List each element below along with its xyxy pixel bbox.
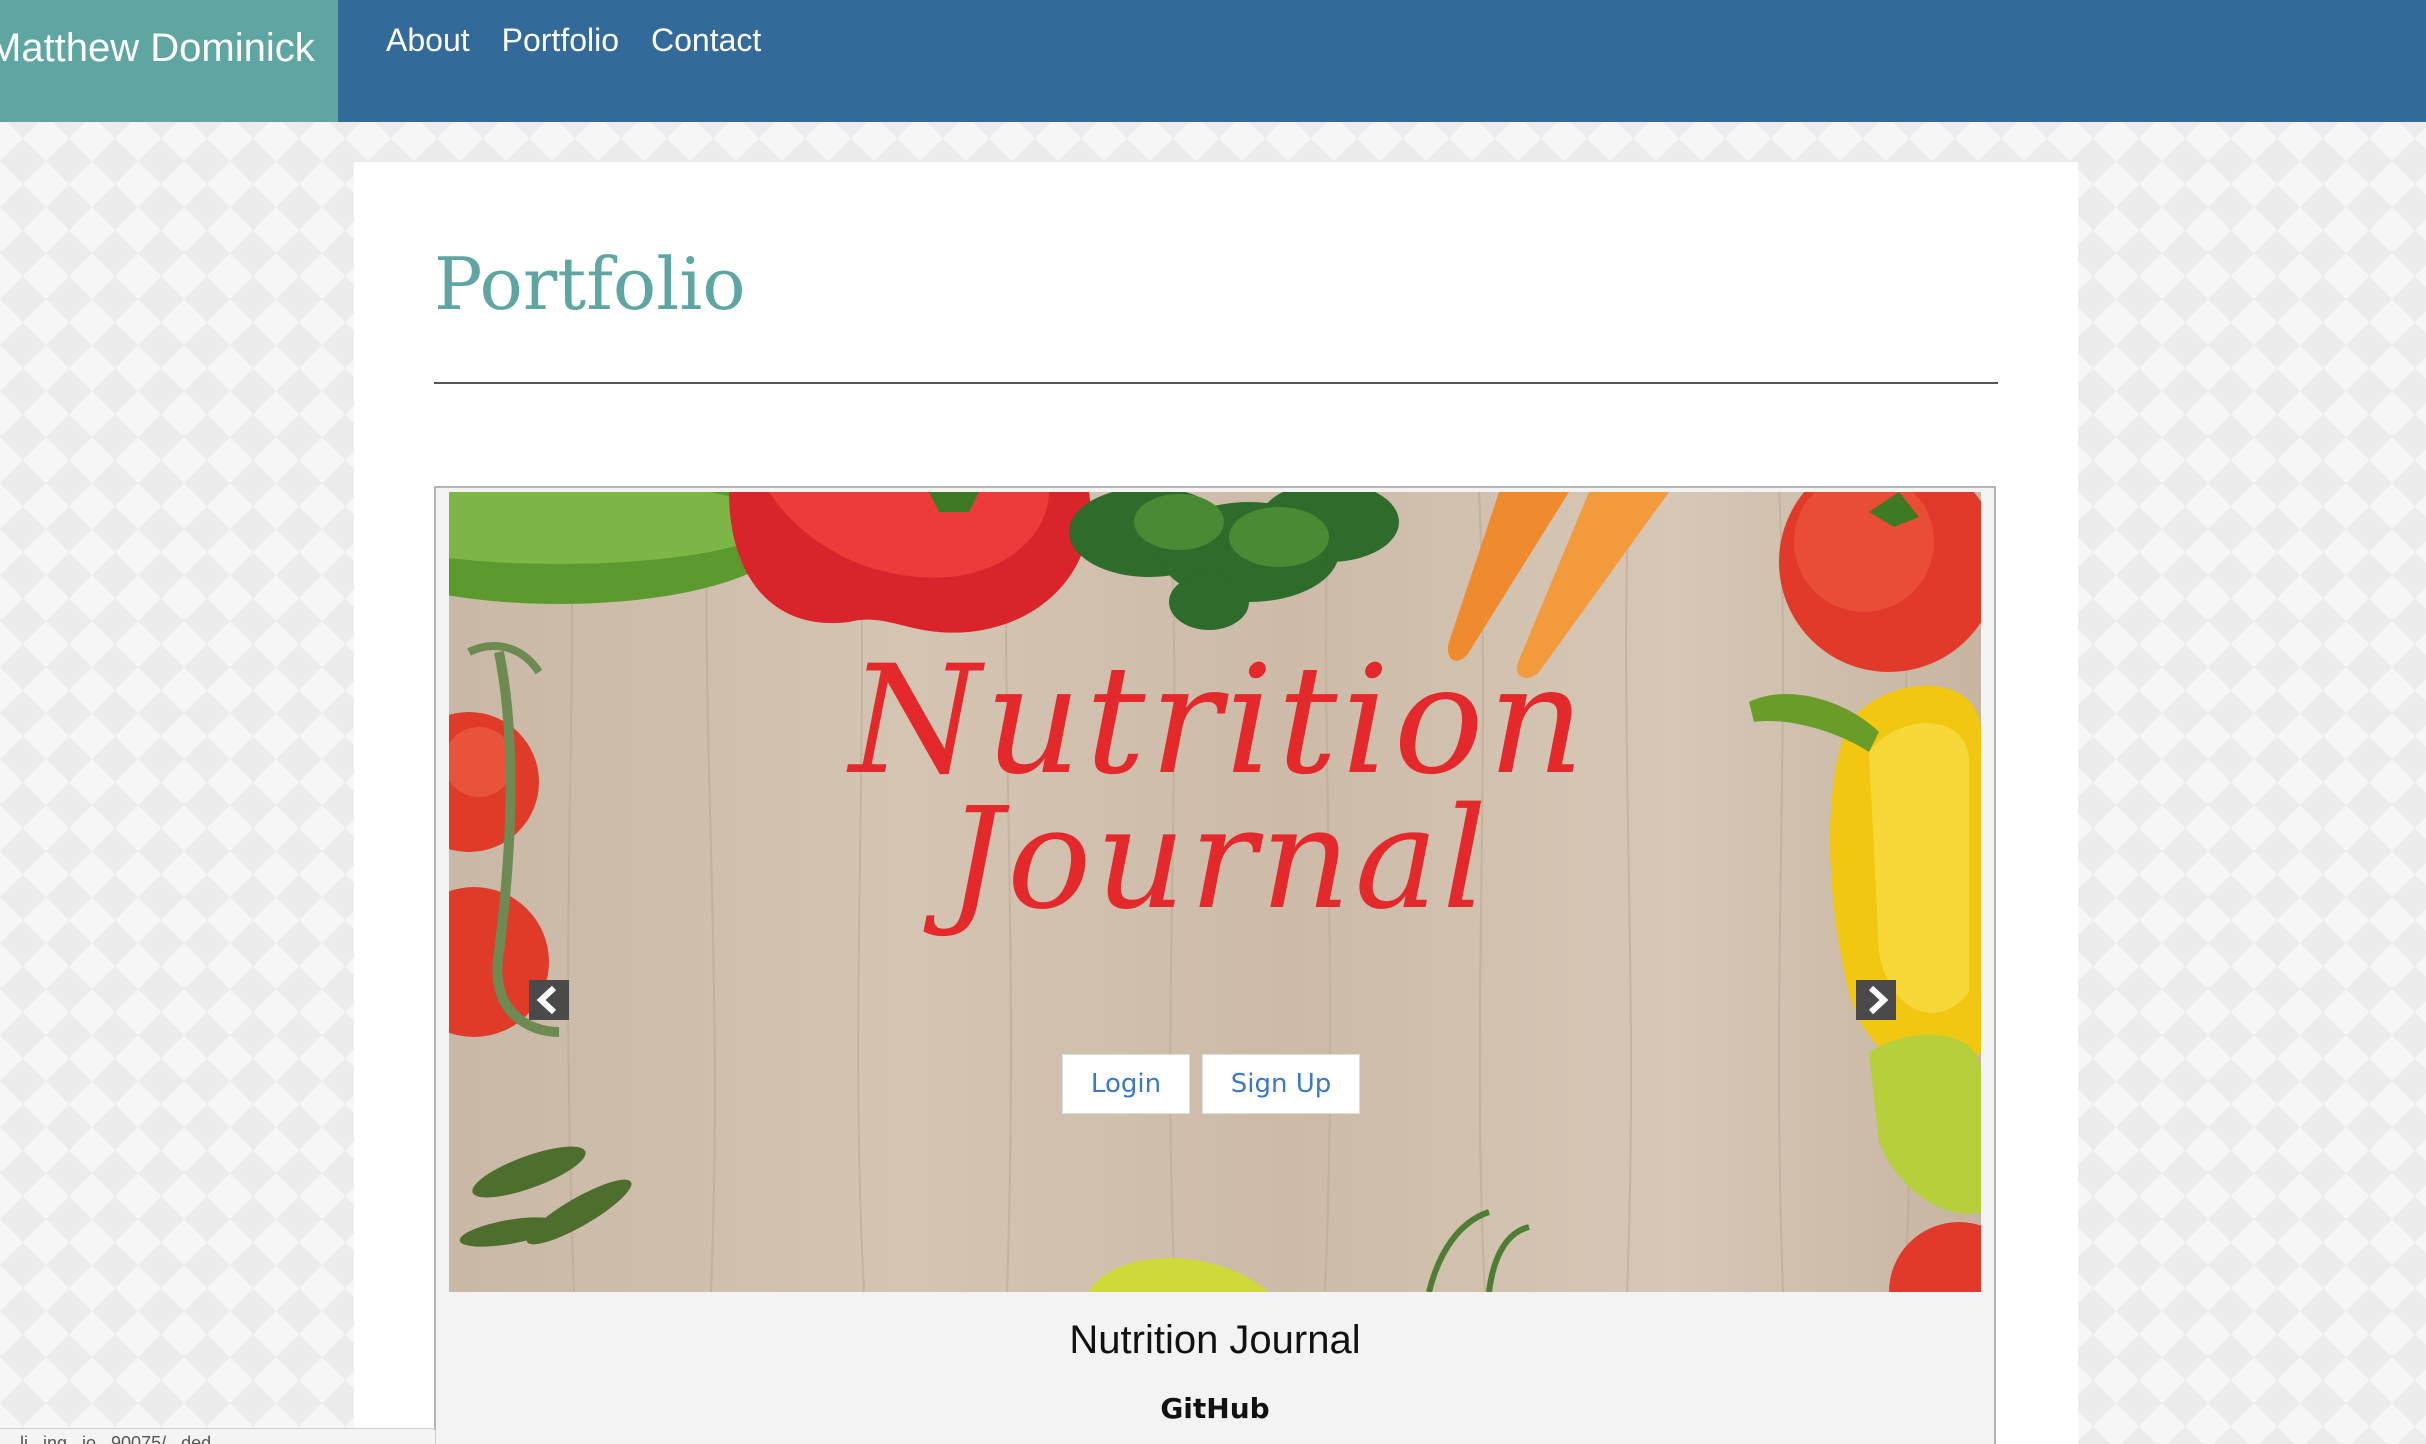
nav-links: About Portfolio Contact bbox=[386, 22, 793, 59]
nutrition-journal-logo: Nutrition Journal bbox=[847, 634, 1585, 941]
carousel-next[interactable] bbox=[1856, 980, 1896, 1020]
login-button[interactable]: Login bbox=[1062, 1054, 1190, 1114]
github-link[interactable]: GitHub bbox=[436, 1392, 1994, 1425]
brand-name[interactable]: Matthew Dominick bbox=[0, 26, 315, 71]
nav-link-portfolio[interactable]: Portfolio bbox=[502, 22, 619, 59]
project-title: Nutrition Journal bbox=[1069, 1318, 1361, 1362]
sign-up-button[interactable]: Sign Up bbox=[1202, 1054, 1360, 1114]
project-card: Nutrition Journal Login Sign Up Nutritio… bbox=[434, 486, 1996, 1444]
nav-link-about[interactable]: About bbox=[386, 22, 470, 59]
vegetable-background-image: Nutrition Journal bbox=[449, 492, 1981, 1292]
project-screenshot: Nutrition Journal Login Sign Up bbox=[449, 492, 1981, 1292]
nav-link-contact[interactable]: Contact bbox=[651, 22, 761, 59]
status-url: ...li...ing...io...90075/...ded... bbox=[5, 1433, 227, 1444]
title-divider bbox=[434, 382, 1998, 384]
page-title: Portfolio bbox=[434, 242, 746, 326]
logo-line-2: Journal bbox=[923, 778, 1491, 941]
top-navbar: Matthew Dominick About Portfolio Contact bbox=[0, 0, 2426, 122]
content-panel: Portfolio Nutrition Journal Login Sign U… bbox=[354, 162, 2078, 1444]
carousel-prev[interactable] bbox=[529, 980, 569, 1020]
brand-block[interactable]: Matthew Dominick bbox=[0, 0, 338, 122]
browser-status-bar: ...li...ing...io...90075/...ded... bbox=[0, 1428, 436, 1444]
chevron-left-icon bbox=[536, 985, 557, 1015]
chevron-right-icon bbox=[1868, 985, 1889, 1015]
